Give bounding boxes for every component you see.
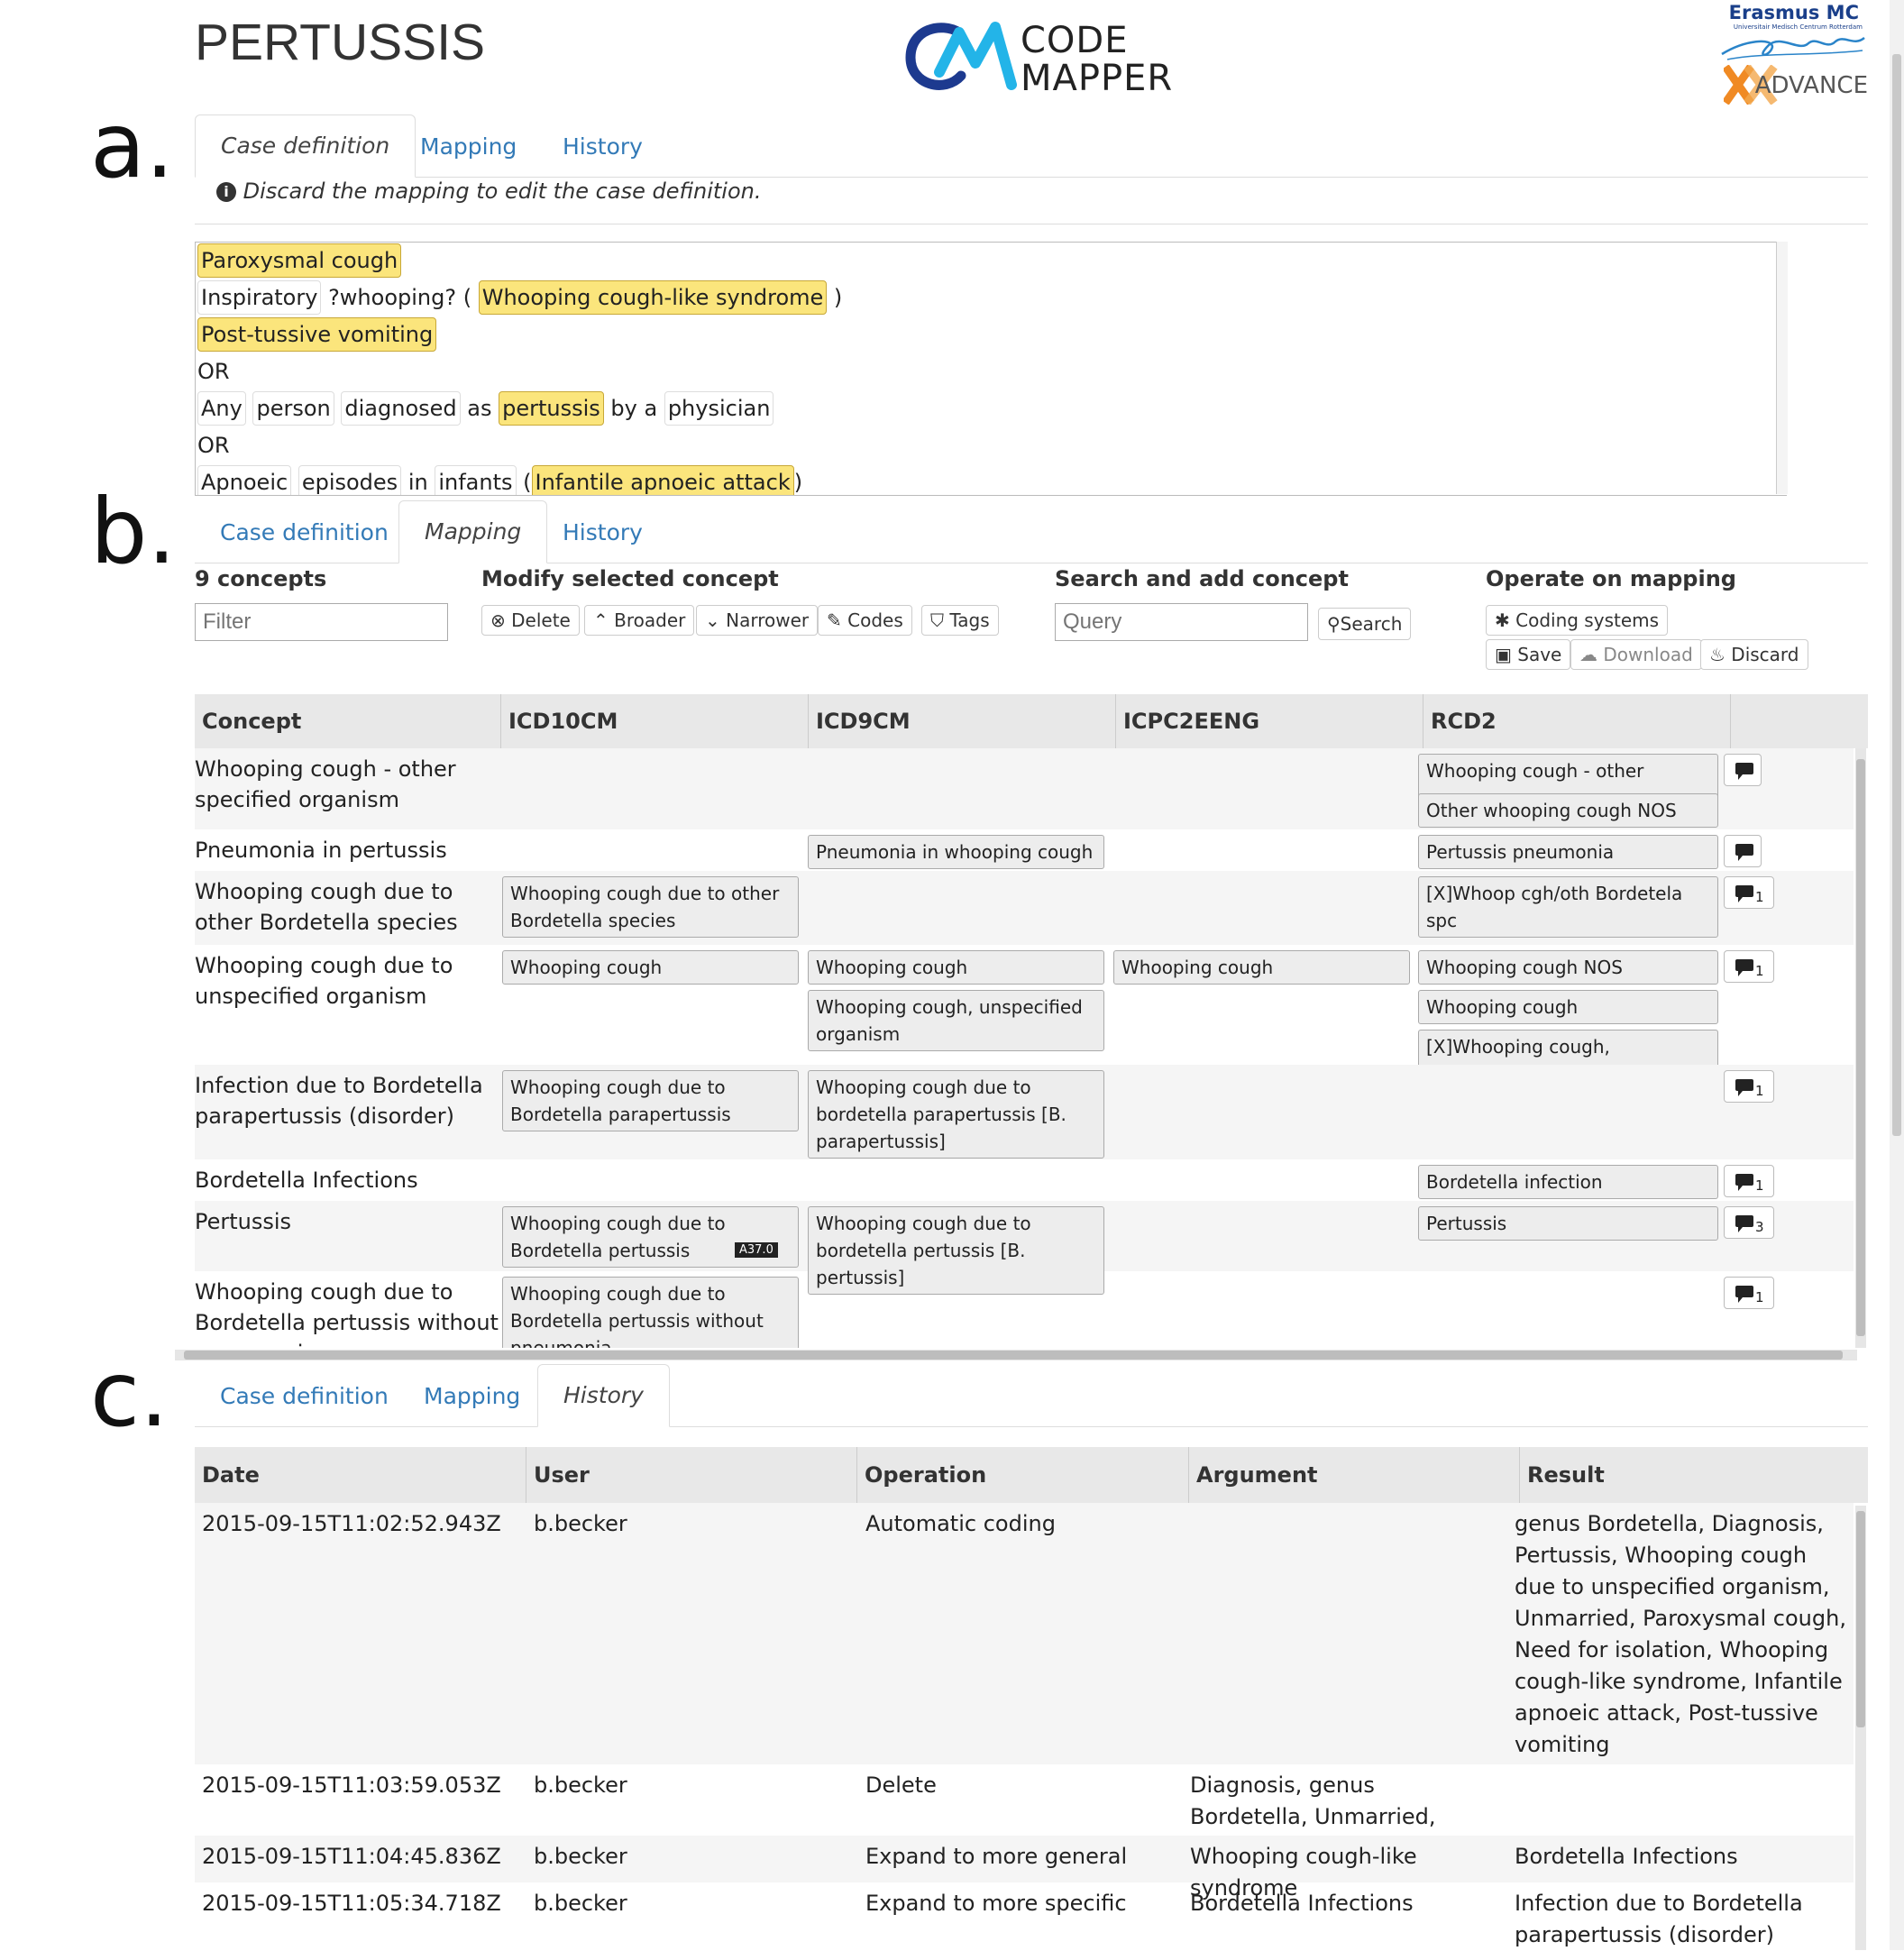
scrollbar-thumb[interactable] [1856, 1511, 1865, 1727]
history-operation: Automatic coding [865, 1511, 1056, 1536]
history-vertical-scrollbar[interactable] [1855, 1506, 1866, 1950]
history-user: b.becker [534, 1772, 627, 1798]
page-scrollbar[interactable] [1890, 0, 1904, 1950]
history-date: 2015-09-15T11:05:34.718Z [202, 1891, 501, 1916]
history-operation: Expand to more specific [865, 1891, 1127, 1916]
history-user: b.becker [534, 1891, 627, 1916]
history-date: 2015-09-15T11:02:52.943Z [202, 1511, 501, 1536]
history-date: 2015-09-15T11:04:45.836Z [202, 1844, 501, 1869]
scrollbar-thumb[interactable] [1892, 54, 1901, 1136]
history-row: 2015-09-15T11:04:45.836Z b.becker Expand t… [195, 1836, 1854, 1901]
history-user: b.becker [534, 1844, 627, 1869]
history-result: Bordetella Infections [1515, 1844, 1738, 1869]
history-argument: Bordetella Infections [1190, 1891, 1414, 1916]
history-user: b.becker [534, 1511, 627, 1536]
history-row: 2015-09-15T11:05:34.718Z b.becker Expand t… [195, 1882, 1854, 1950]
history-date: 2015-09-15T11:03:59.053Z [202, 1772, 501, 1798]
history-row: 2015-09-15T11:03:59.053Z b.becker Delete Di… [195, 1764, 1854, 1861]
history-table-body: 2015-09-15T11:02:52.943Z b.becker Automati… [0, 0, 1904, 1950]
history-operation: Delete [865, 1772, 937, 1798]
history-result: genus Bordetella, Diagnosis, Pertussis, … [1515, 1511, 1846, 1757]
history-result: Infection due to Bordetella parapertussi… [1515, 1891, 1803, 1947]
history-row: 2015-09-15T11:02:52.943Z b.becker Automati… [195, 1503, 1854, 1764]
history-operation: Expand to more general [865, 1844, 1128, 1869]
